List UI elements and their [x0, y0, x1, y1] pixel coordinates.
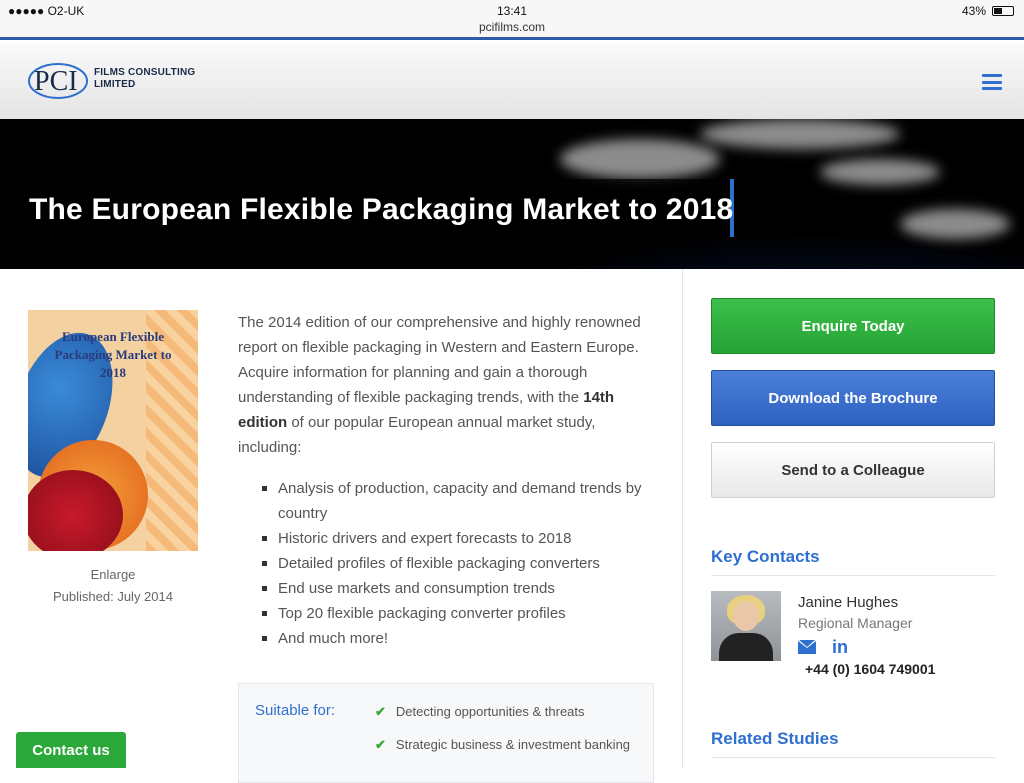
status-bar: ●●●●● O2-UK 13:41 pcifilms.com 43%: [0, 0, 1024, 40]
logo-line-1: FILMS CONSULTING: [94, 67, 196, 78]
address-bar-url[interactable]: pcifilms.com: [0, 20, 1024, 34]
contact-actions: in: [798, 638, 848, 656]
clock: 13:41: [496, 4, 528, 18]
contact-us-button[interactable]: Contact us: [16, 732, 126, 768]
related-studies-heading: Related Studies: [711, 729, 995, 758]
list-item: Detailed profiles of flexible packaging …: [262, 551, 662, 576]
list-item: End use markets and consumption trends: [262, 576, 662, 601]
page-title: The European Flexible Packaging Market t…: [29, 193, 734, 226]
cover-title-line-2: Packaging Market to: [54, 347, 172, 362]
suitable-item-text: Strategic business & investment banking: [395, 737, 631, 752]
battery-indicator: 43%: [962, 4, 1014, 18]
column-divider: [682, 269, 683, 768]
enquire-today-button[interactable]: Enquire Today: [711, 298, 995, 354]
report-cover-image[interactable]: European Flexible Packaging Market to 20…: [28, 310, 198, 551]
list-item: Historic drivers and expert forecasts to…: [262, 526, 662, 551]
hero-banner: The European Flexible Packaging Market t…: [0, 119, 1024, 269]
list-item: Top 20 flexible packaging converter prof…: [262, 601, 662, 626]
enlarge-link[interactable]: Enlarge: [28, 567, 198, 582]
download-brochure-button[interactable]: Download the Brochure: [711, 370, 995, 426]
suitable-for-box: Suitable for: ✔ Detecting opportunities …: [238, 683, 654, 783]
email-icon[interactable]: [798, 639, 816, 654]
pci-logo[interactable]: PCI FILMS CONSULTING LIMITED: [28, 55, 208, 103]
key-contacts-heading: Key Contacts: [711, 547, 995, 576]
contact-role: Regional Manager: [798, 615, 913, 631]
contact-avatar: [711, 591, 781, 661]
cover-title: European Flexible Packaging Market to 20…: [28, 328, 198, 382]
contact-name: Janine Hughes: [798, 594, 899, 611]
suitable-item: ✔ Detecting opportunities & threats: [375, 702, 645, 722]
feature-list: Analysis of production, capacity and dem…: [262, 476, 662, 651]
suitable-item-text: Detecting opportunities & threats: [395, 704, 585, 719]
contact-phone[interactable]: +44 (0) 1604 749001: [805, 661, 935, 677]
linkedin-icon[interactable]: in: [832, 638, 848, 656]
list-item: Analysis of production, capacity and dem…: [262, 476, 662, 526]
description-text: The 2014 edition of our comprehensive an…: [238, 314, 641, 406]
battery-icon: [992, 6, 1014, 16]
site-header: PCI FILMS CONSULTING LIMITED: [0, 43, 1024, 119]
cover-title-line-1: European Flexible: [62, 329, 164, 344]
battery-percent: 43%: [961, 4, 986, 18]
list-item: And much more!: [262, 626, 662, 651]
suitable-for-label: Suitable for:: [255, 702, 336, 719]
hamburger-icon[interactable]: [982, 74, 1002, 90]
check-icon: ✔: [375, 704, 386, 719]
send-to-colleague-button[interactable]: Send to a Colleague: [711, 442, 995, 498]
logo-text: FILMS CONSULTING LIMITED: [94, 67, 195, 91]
logo-line-2: LIMITED: [94, 79, 136, 90]
report-description: The 2014 edition of our comprehensive an…: [238, 310, 658, 460]
suitable-item: ✔ Strategic business & investment bankin…: [375, 735, 645, 755]
logo-mark-text: PCI: [34, 66, 78, 97]
pci-logo-mark: PCI: [28, 63, 88, 99]
cover-title-line-3: 2018: [100, 365, 126, 380]
description-text-end: of our popular European annual market st…: [238, 414, 596, 456]
hero-title-box: The European Flexible Packaging Market t…: [0, 179, 734, 237]
battery-fill: [994, 8, 1002, 14]
check-icon: ✔: [375, 737, 386, 752]
published-date: Published: July 2014: [53, 589, 173, 604]
